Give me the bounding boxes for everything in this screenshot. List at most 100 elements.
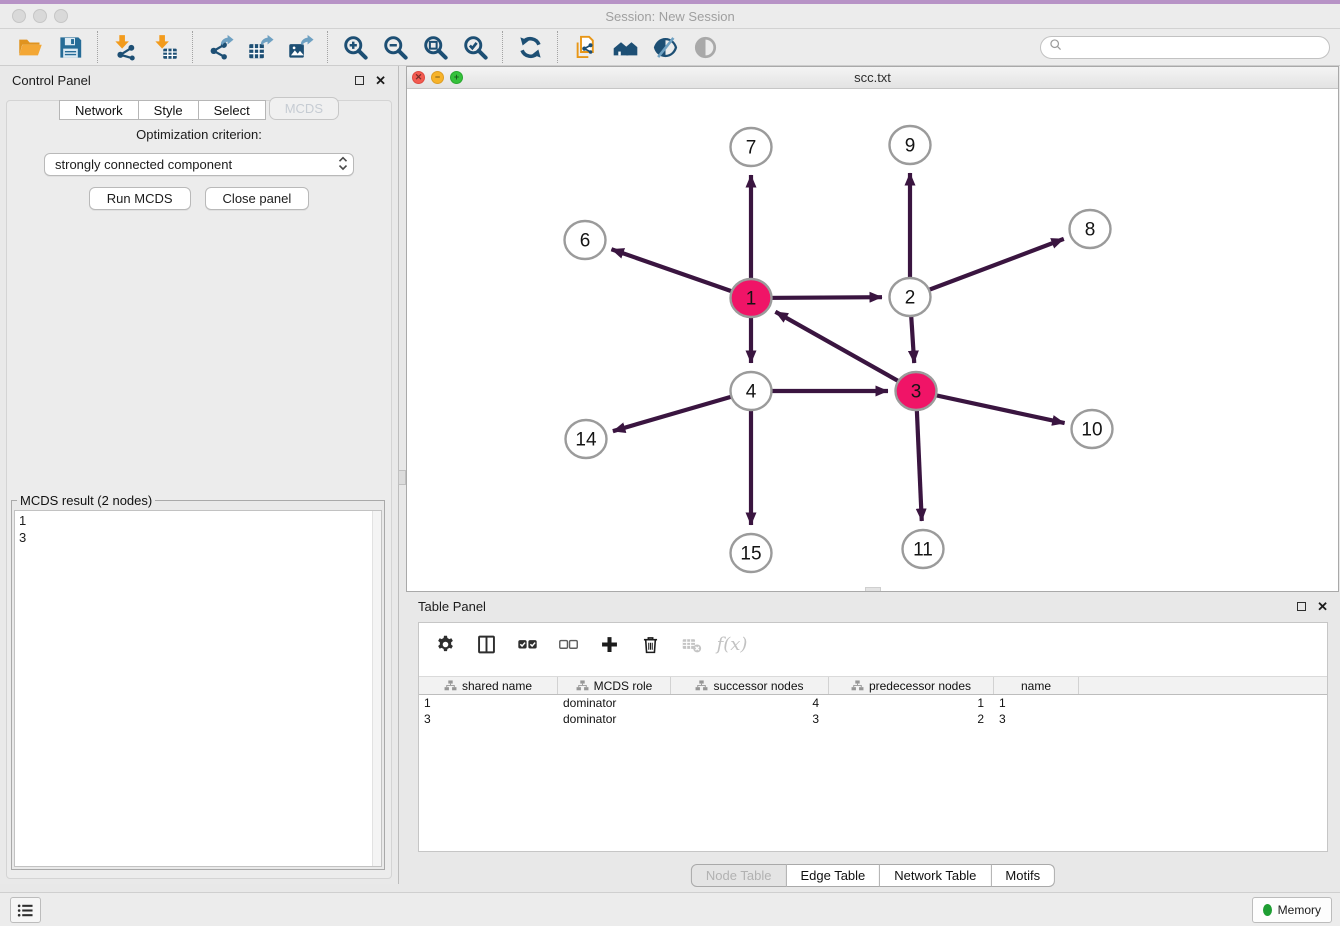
toolbar-separator — [557, 31, 558, 63]
home-icon[interactable] — [610, 32, 640, 62]
add-row-icon[interactable] — [598, 633, 620, 655]
zoom-fit-icon[interactable] — [420, 32, 450, 62]
node-label-10: 10 — [1081, 420, 1102, 441]
criterion-dropdown[interactable]: strongly connected component — [44, 153, 354, 176]
node-label-2: 2 — [905, 288, 916, 309]
select-all-icon[interactable] — [516, 633, 538, 655]
mcds-panel: Optimization criterion: strongly connect… — [6, 100, 392, 879]
toolbar-separator — [502, 31, 503, 63]
control-tab-network[interactable]: Network — [59, 100, 139, 120]
float-table-panel-icon[interactable] — [1297, 602, 1306, 611]
table-panel-tabs: Node TableEdge TableNetwork TableMotifs — [691, 864, 1055, 887]
node-label-4: 4 — [746, 382, 757, 403]
refresh-icon[interactable] — [515, 32, 545, 62]
tab-edge-table[interactable]: Edge Table — [786, 864, 880, 887]
column-header-MCDS-role[interactable]: MCDS role — [558, 677, 671, 694]
run-mcds-button[interactable]: Run MCDS — [89, 187, 191, 210]
network-zoom-button[interactable]: + — [450, 71, 463, 84]
node-table-container: f(x) shared nameMCDS rolesuccessor nodes… — [418, 622, 1328, 852]
network-window-title: scc.txt — [407, 70, 1338, 85]
optimization-label: Optimization criterion: — [7, 127, 391, 142]
node-label-1: 1 — [746, 289, 757, 310]
zoom-out-icon[interactable] — [380, 32, 410, 62]
clone-network-icon[interactable] — [570, 32, 600, 62]
control-tab-mcds[interactable]: MCDS — [269, 97, 339, 120]
column-header-predecessor-nodes[interactable]: predecessor nodes — [829, 677, 994, 694]
memory-button[interactable]: Memory — [1252, 897, 1332, 923]
edge-2-8[interactable] — [910, 239, 1064, 297]
import-table-icon[interactable] — [150, 32, 180, 62]
edge-3-1[interactable] — [775, 312, 916, 391]
search-box[interactable] — [1040, 36, 1330, 59]
column-header-shared-name[interactable]: shared name — [419, 677, 558, 694]
network-resize-handle[interactable] — [865, 587, 881, 591]
control-tab-style[interactable]: Style — [139, 100, 199, 120]
cell-successor-nodes[interactable]: 3 — [671, 711, 829, 727]
list-icon — [17, 903, 34, 918]
cell-name[interactable]: 3 — [994, 711, 1079, 727]
network-view-window: ✕ − + scc.txt 7968124314101511 — [406, 66, 1339, 592]
cell-MCDS-role[interactable]: dominator — [558, 695, 671, 711]
cell-MCDS-role[interactable]: dominator — [558, 711, 671, 727]
visual-inspector-icon[interactable] — [650, 32, 680, 62]
result-scrollbar[interactable] — [372, 511, 381, 866]
columns-icon[interactable] — [475, 633, 497, 655]
export-image-icon[interactable] — [285, 32, 315, 62]
save-session-icon[interactable] — [55, 32, 85, 62]
control-panel-header: Control Panel ✕ — [0, 66, 398, 94]
edge-3-10[interactable] — [916, 391, 1065, 423]
toolbar-separator — [97, 31, 98, 63]
cell-name[interactable]: 1 — [994, 695, 1079, 711]
close-panel-icon[interactable]: ✕ — [375, 74, 386, 87]
float-panel-icon[interactable] — [355, 76, 364, 85]
table-row[interactable]: 1dominator411 — [419, 695, 1327, 711]
tab-network-table[interactable]: Network Table — [880, 864, 991, 887]
function-icon: f(x) — [721, 633, 743, 655]
mcds-result-text[interactable]: 13 — [14, 510, 382, 867]
deselect-all-icon[interactable] — [557, 633, 579, 655]
eye-icon[interactable] — [690, 32, 720, 62]
zoom-selected-icon[interactable] — [460, 32, 490, 62]
control-panel: Control Panel ✕ NetworkStyleSelectMCDS O… — [0, 66, 399, 884]
node-label-11: 11 — [913, 540, 933, 561]
column-header-name[interactable]: name — [994, 677, 1079, 694]
import-network-icon[interactable] — [110, 32, 140, 62]
memory-status-icon — [1263, 904, 1272, 916]
result-line: 3 — [19, 529, 377, 546]
splitter-handle[interactable] — [398, 470, 406, 485]
status-bar: Memory — [0, 892, 1340, 926]
search-input[interactable] — [1068, 40, 1321, 54]
column-header-successor-nodes[interactable]: successor nodes — [671, 677, 829, 694]
cell-shared-name[interactable]: 1 — [419, 695, 558, 711]
close-table-panel-icon[interactable]: ✕ — [1317, 600, 1328, 613]
delete-row-icon[interactable] — [639, 633, 661, 655]
table-panel-title: Table Panel — [418, 599, 486, 614]
cell-successor-nodes[interactable]: 4 — [671, 695, 829, 711]
dropdown-stepper-icon — [338, 155, 348, 175]
table-row[interactable]: 3dominator323 — [419, 711, 1327, 727]
mcds-result-title: MCDS result (2 nodes) — [17, 493, 155, 508]
network-canvas[interactable]: 7968124314101511 — [407, 89, 1338, 591]
zoom-in-icon[interactable] — [340, 32, 370, 62]
toolbar-separator — [327, 31, 328, 63]
app-title: Session: New Session — [0, 4, 1340, 28]
cell-predecessor-nodes[interactable]: 2 — [829, 711, 994, 727]
open-session-icon[interactable] — [15, 32, 45, 62]
edge-1-6[interactable] — [611, 249, 751, 298]
task-history-button[interactable] — [10, 897, 41, 923]
cell-shared-name[interactable]: 3 — [419, 711, 558, 727]
cell-predecessor-nodes[interactable]: 1 — [829, 695, 994, 711]
node-label-7: 7 — [746, 138, 757, 159]
node-label-14: 14 — [575, 430, 597, 451]
settings-icon[interactable] — [434, 633, 456, 655]
control-tab-select[interactable]: Select — [199, 100, 266, 120]
network-close-button[interactable]: ✕ — [412, 71, 425, 84]
tab-node-table[interactable]: Node Table — [691, 864, 787, 887]
table-panel: Table Panel ✕ f(x) shared nameMCDS roles… — [406, 592, 1340, 884]
export-table-icon[interactable] — [245, 32, 275, 62]
export-network-icon[interactable] — [205, 32, 235, 62]
table-body: 1dominator4113dominator323 — [419, 695, 1327, 727]
network-minimize-button[interactable]: − — [431, 71, 444, 84]
close-panel-button[interactable]: Close panel — [205, 187, 310, 210]
tab-motifs[interactable]: Motifs — [991, 864, 1055, 887]
